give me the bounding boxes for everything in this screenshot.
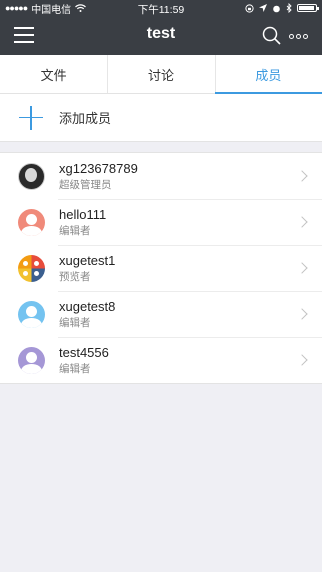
member-role: 编辑者 [59, 362, 91, 375]
member-name: xg123678789 [59, 160, 138, 176]
more-icon[interactable] [289, 34, 308, 39]
add-member-label: 添加成员 [59, 111, 112, 126]
add-member-button[interactable]: 添加成员 [0, 94, 322, 142]
chevron-right-icon [296, 262, 308, 274]
tab-members[interactable]: 成员 [214, 55, 322, 94]
member-row[interactable]: hello111 编辑者 [0, 199, 322, 245]
avatar [18, 300, 45, 328]
member-name: hello111 [59, 206, 107, 222]
battery-icon [297, 4, 319, 12]
member-role: 编辑者 [59, 316, 91, 329]
tab-files[interactable]: 文件 [0, 55, 107, 93]
app-header: ●●●●● 中国电信 下午11:59 test [0, 0, 322, 55]
chevron-right-icon [296, 308, 308, 320]
member-role: 编辑者 [59, 224, 91, 237]
chevron-right-icon [296, 354, 308, 366]
member-name: test4556 [59, 344, 109, 360]
plus-icon [19, 105, 43, 130]
member-role: 超级管理员 [59, 178, 112, 191]
tab-bar: 文件 讨论 成员 [0, 55, 322, 94]
member-row[interactable]: xg123678789 超级管理员 [0, 153, 322, 199]
avatar [18, 254, 45, 282]
status-bar: ●●●●● 中国电信 下午11:59 [0, 0, 322, 16]
tab-discussion[interactable]: 讨论 [107, 55, 214, 93]
member-list: xg123678789 超级管理员 hello111 编辑者 xugetest1… [0, 152, 322, 384]
member-row[interactable]: xugetest1 预览者 [0, 245, 322, 291]
member-name: xugetest1 [59, 252, 116, 268]
navbar: test [0, 16, 322, 55]
avatar [18, 208, 45, 236]
avatar [18, 162, 45, 190]
member-name: xugetest8 [59, 298, 116, 314]
chevron-right-icon [296, 216, 308, 228]
member-role: 预览者 [59, 270, 91, 283]
avatar [18, 346, 45, 374]
status-time: 下午11:59 [137, 4, 185, 16]
member-row[interactable]: xugetest8 编辑者 [0, 291, 322, 337]
search-icon[interactable] [262, 26, 281, 45]
chevron-right-icon [296, 170, 308, 182]
member-row[interactable]: test4556 编辑者 [0, 337, 322, 383]
